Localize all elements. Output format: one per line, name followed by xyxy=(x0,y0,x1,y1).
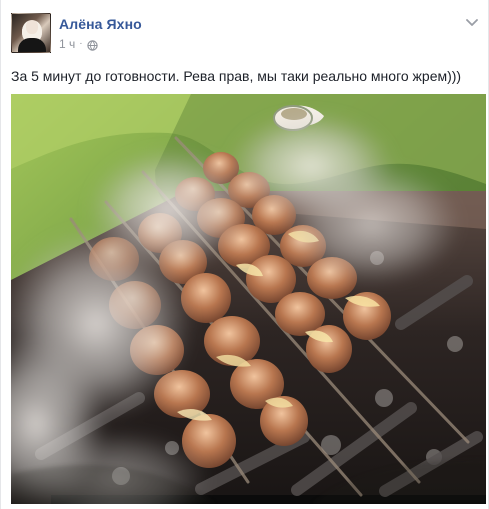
avatar[interactable] xyxy=(11,13,51,53)
author-name-link[interactable]: Алёна Яхно xyxy=(59,15,142,33)
post-message: За 5 минут до готовности. Рева прав, мы … xyxy=(11,68,462,84)
post-meta: 1 ч · xyxy=(59,36,98,52)
post-time-link[interactable]: 1 ч xyxy=(59,36,75,52)
facebook-post-card: Алёна Яхно 1 ч · За 5 минут до готовност… xyxy=(0,0,489,509)
chevron-down-icon[interactable] xyxy=(463,14,481,32)
post-header: Алёна Яхно 1 ч · xyxy=(11,10,481,55)
post-photo[interactable] xyxy=(11,94,486,504)
globe-icon[interactable] xyxy=(86,39,98,51)
meta-separator: · xyxy=(79,38,83,49)
